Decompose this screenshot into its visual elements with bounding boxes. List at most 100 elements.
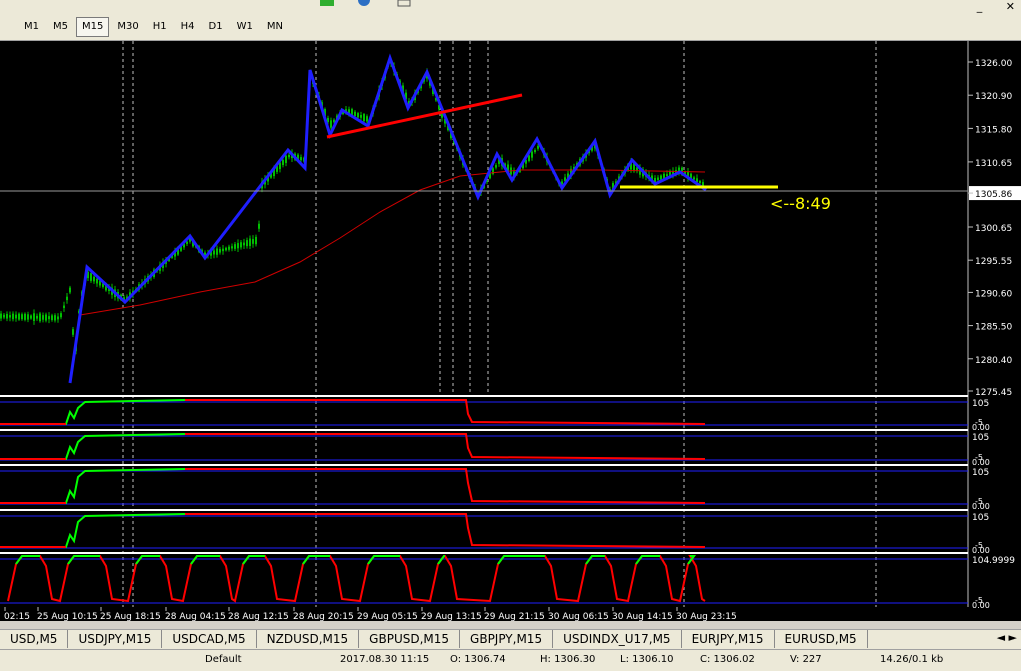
- chart-tab[interactable]: GBPJPY,M15: [460, 630, 554, 648]
- candle-body: [657, 177, 659, 181]
- indicator-zero-label: 0.00: [972, 546, 990, 555]
- indicator-zero-label: 0.00: [972, 458, 990, 467]
- oscillator-line: [242, 555, 265, 565]
- chart-tab[interactable]: USD,M5: [0, 630, 69, 648]
- time-label: 30 Aug 14:15: [612, 612, 673, 621]
- price-label: 1326.00: [975, 59, 1012, 69]
- candle-body: [96, 278, 98, 284]
- indicator-zero-label: 0.00: [972, 423, 990, 432]
- price-label: 1305.86: [975, 190, 1012, 200]
- close-button[interactable]: ✕: [1006, 0, 1015, 13]
- oscillator-line: [367, 555, 400, 565]
- chart-tab[interactable]: GBPUSD,M15: [359, 630, 461, 648]
- chart-grid: [122, 41, 969, 607]
- candle-body: [57, 316, 59, 320]
- status-field: H: 1306.30: [540, 654, 596, 665]
- time-label: 02:15: [4, 612, 30, 621]
- price-label: 1315.80: [975, 125, 1012, 135]
- price-label: 1280.40: [975, 356, 1012, 366]
- indicator-zero-label: 0.00: [972, 502, 990, 511]
- candle-body: [537, 146, 539, 149]
- new-order-icon[interactable]: [320, 0, 334, 8]
- time-label: 29 Aug 13:15: [421, 612, 482, 621]
- candle-body: [24, 313, 26, 320]
- candle-body: [249, 238, 251, 246]
- oscillator-line: [585, 555, 605, 565]
- oscillator-line: [185, 468, 706, 504]
- candle-body: [225, 247, 227, 251]
- candle-body: [18, 313, 20, 320]
- time-label: 29 Aug 21:15: [484, 612, 545, 621]
- minimize-button[interactable]: _: [977, 0, 983, 13]
- price-chart[interactable]: <--8:49 1326.00 1320.90 1315.80 1310.65 1305…: [0, 41, 1021, 622]
- candle-body: [234, 244, 236, 249]
- timeframe-w1[interactable]: W1: [231, 17, 259, 37]
- indicator-window: 105-50.00: [0, 464, 990, 511]
- time-label: 25 Aug 18:15: [100, 612, 161, 621]
- indicator-top-label: 105: [972, 468, 989, 478]
- chart-tab[interactable]: USDJPY,M15: [68, 630, 163, 648]
- indicator-window: 105-50.00: [0, 509, 990, 555]
- resistance-trendline: [326, 93, 523, 139]
- candle-body: [363, 114, 365, 122]
- candle-body: [699, 180, 701, 184]
- candle-body: [534, 149, 536, 153]
- candlestick-series: [0, 57, 704, 355]
- candle-body: [36, 315, 38, 319]
- status-field: C: 1306.02: [700, 654, 755, 665]
- indicator-top-label: 104.9999: [972, 556, 1015, 566]
- status-field: V: 227: [790, 654, 822, 665]
- oscillator-line: [7, 555, 706, 603]
- status-field: 2017.08.30 11:15: [340, 654, 430, 665]
- timeframe-h1[interactable]: H1: [147, 17, 173, 37]
- globe-icon[interactable]: [357, 0, 371, 8]
- price-label: 1300.65: [975, 224, 1012, 234]
- window-controls: _ ✕: [977, 0, 1015, 13]
- chart-tabs: USD,M5 USDJPY,M15 USDCAD,M5 NZDUSD,M15 GBPUS…: [0, 629, 1021, 649]
- candle-body: [93, 276, 95, 282]
- indicator-zero-label: 0.00: [972, 601, 990, 610]
- candle-body: [48, 316, 50, 320]
- timeframe-m5[interactable]: M5: [47, 17, 74, 37]
- chart-window-icon[interactable]: [397, 0, 411, 8]
- zigzag-line: [68, 53, 707, 384]
- oscillator-line: [0, 468, 186, 504]
- candle-body: [66, 296, 68, 301]
- tab-scroll[interactable]: ◄ ►: [997, 631, 1017, 644]
- status-field: 14.26/0.1 kb: [880, 654, 944, 665]
- time-label: 30 Aug 06:15: [548, 612, 609, 621]
- timeframe-m1[interactable]: M1: [18, 17, 45, 37]
- chart-tab[interactable]: EURUSD,M5: [775, 630, 868, 648]
- status-field: O: 1306.74: [450, 654, 506, 665]
- candle-body: [90, 273, 92, 281]
- oscillator-line: [67, 555, 100, 565]
- indicator-top-label: 105: [972, 433, 989, 443]
- timeframe-d1[interactable]: D1: [203, 17, 229, 37]
- candle-body: [9, 315, 11, 318]
- price-label: 1310.65: [975, 159, 1012, 169]
- oscillator-line: [185, 433, 706, 460]
- candle-body: [222, 248, 224, 252]
- price-label: 1320.90: [975, 92, 1012, 102]
- oscillator-line: [0, 513, 186, 548]
- time-axis: 02:15 25 Aug 10:15 25 Aug 18:15 28 Aug 04:1…: [4, 607, 737, 622]
- candle-body: [300, 157, 302, 161]
- time-label: 25 Aug 10:15: [37, 612, 98, 621]
- chart-tab[interactable]: EURJPY,M15: [682, 630, 775, 648]
- candle-body: [6, 313, 8, 319]
- timeframe-mn[interactable]: MN: [261, 17, 289, 37]
- candle-body: [240, 242, 242, 248]
- time-label: 28 Aug 12:15: [228, 612, 289, 621]
- indicator-window: 104.9999-50.00: [0, 552, 1015, 610]
- chart-tab[interactable]: NZDUSD,M15: [257, 630, 360, 648]
- chart-window[interactable]: <--8:49 1326.00 1320.90 1315.80 1310.65 1305…: [0, 41, 1021, 622]
- indicator-window: 105-50.00: [0, 395, 990, 432]
- chart-tab[interactable]: USDCAD,M5: [162, 630, 257, 648]
- time-label: 30 Aug 23:15: [676, 612, 737, 621]
- candle-body: [21, 314, 23, 320]
- timeframe-h4[interactable]: H4: [175, 17, 201, 37]
- toolbar: M1 M5 M15 M30 H1 H4 D1 W1 MN _ ✕: [0, 0, 1021, 41]
- chart-tab[interactable]: USDINDX_U17,M5: [553, 630, 682, 648]
- timeframe-m30[interactable]: M30: [111, 17, 144, 37]
- timeframe-m15[interactable]: M15: [76, 17, 110, 37]
